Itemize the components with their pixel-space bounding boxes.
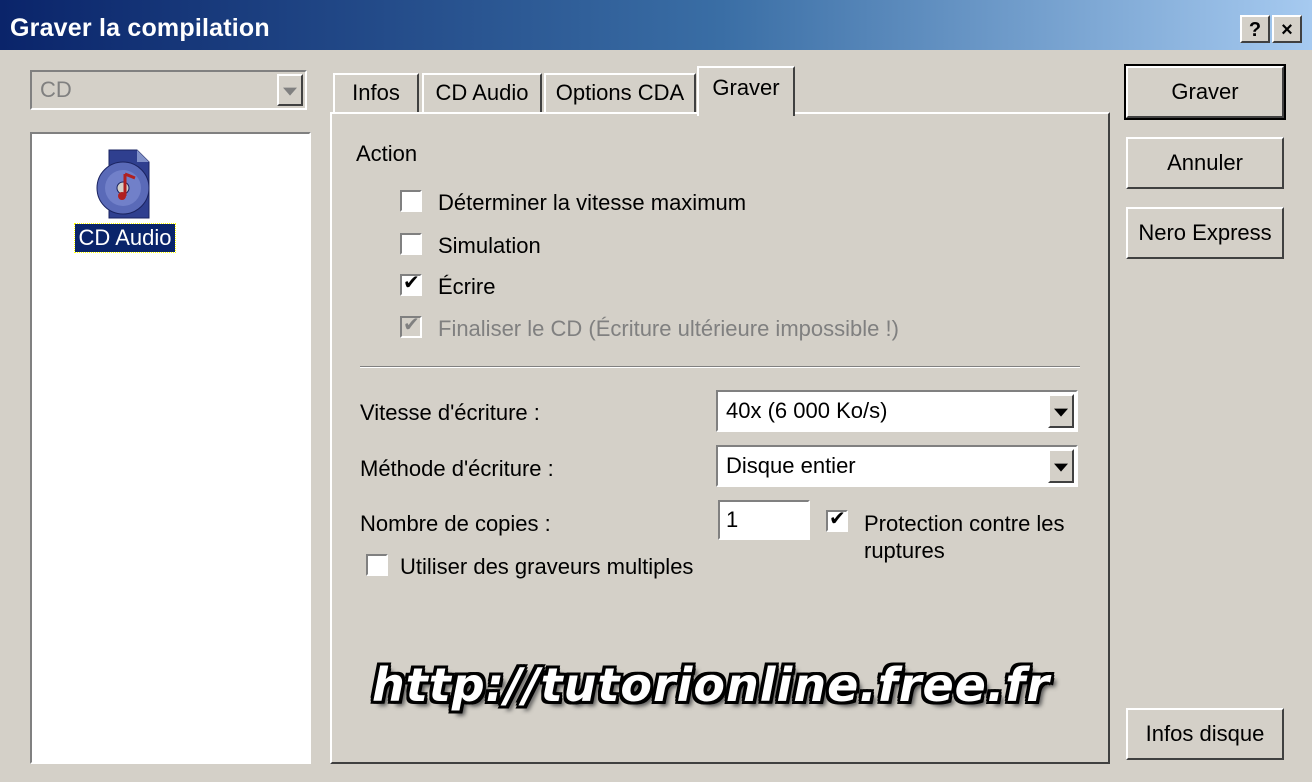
tab-label: Graver [712, 75, 780, 100]
watermark-text: http://tutorionline.free.fr [372, 658, 1051, 712]
write-speed-select[interactable]: 40x (6 000 Ko/s) [716, 390, 1078, 432]
write-method-value: Disque entier [726, 453, 856, 478]
media-type-select: CD [30, 70, 307, 110]
cancel-button[interactable]: Annuler [1126, 137, 1284, 189]
cd-audio-icon [95, 146, 155, 222]
compilation-list[interactable]: CD Audio [30, 132, 311, 764]
burn-button[interactable]: Graver [1124, 64, 1286, 120]
title-bar: Graver la compilation ? × [0, 0, 1312, 50]
help-button[interactable]: ? [1240, 15, 1270, 43]
tab-graver[interactable]: Graver [697, 66, 795, 116]
window-title: Graver la compilation [10, 14, 270, 42]
tab-label: Options CDA [555, 80, 685, 105]
list-item-label: CD Audio [73, 223, 177, 253]
chevron-down-icon[interactable] [1048, 449, 1074, 483]
tab-options-cda[interactable]: Options CDA [544, 73, 696, 113]
close-button[interactable]: × [1272, 15, 1302, 43]
chevron-down-icon[interactable] [1048, 394, 1074, 428]
nero-express-button[interactable]: Nero Express [1126, 207, 1284, 259]
write-speed-value: 40x (6 000 Ko/s) [726, 398, 888, 423]
chevron-down-icon [277, 74, 303, 106]
tab-label: CD Audio [435, 80, 529, 105]
list-item-cd-audio[interactable]: CD Audio [70, 146, 180, 253]
disc-info-button[interactable]: Infos disque [1126, 708, 1284, 760]
tab-label: Infos [352, 80, 400, 105]
copies-input[interactable] [718, 500, 810, 540]
write-method-select[interactable]: Disque entier [716, 445, 1078, 487]
tab-cd-audio[interactable]: CD Audio [422, 73, 542, 113]
media-type-value: CD [40, 77, 72, 102]
tab-infos[interactable]: Infos [333, 73, 419, 113]
